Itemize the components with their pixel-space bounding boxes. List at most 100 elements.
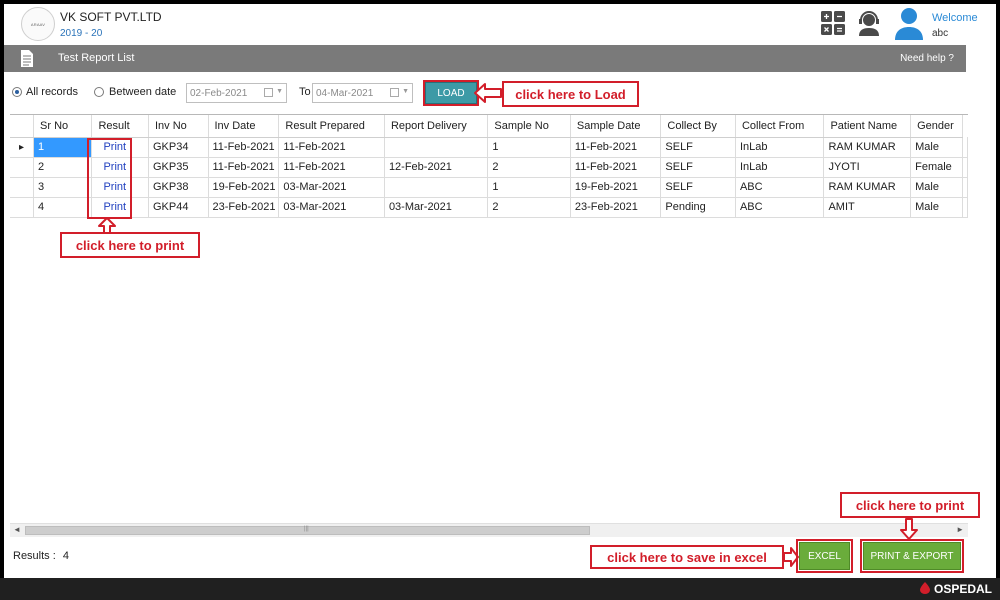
table-row[interactable]: ▸ 1 Print GKP34 11-Feb-2021 11-Feb-2021 1 11-Fe…	[10, 137, 968, 158]
table-cell[interactable]: 03-Mar-2021	[278, 197, 385, 218]
column-header[interactable]: Result Prepared	[278, 115, 385, 138]
column-header[interactable]: Sample No	[487, 115, 571, 138]
all-records-radio[interactable]	[12, 87, 22, 97]
table-cell[interactable]: 03-Mar-2021	[384, 197, 489, 218]
app-window: ARAAV VK SOFT PVT.LTD 2019 - 20 Welcome …	[4, 4, 996, 578]
need-help-link[interactable]: Need help ?	[900, 53, 954, 64]
calendar-icon[interactable]	[390, 88, 399, 97]
table-row[interactable]: 3 Print GKP38 19-Feb-2021 03-Mar-2021 1 19-Feb…	[10, 177, 968, 198]
arrow-left-annotation	[474, 83, 502, 103]
table-cell[interactable]: 23-Feb-2021	[570, 197, 662, 218]
horizontal-scrollbar[interactable]: ◄ ||| ►	[10, 523, 968, 537]
financial-year[interactable]: 2019 - 20	[60, 28, 102, 39]
print-column-hint: click here to print	[60, 232, 200, 258]
table-cell[interactable]: RAM KUMAR	[823, 137, 912, 158]
to-date-picker[interactable]: 04-Mar-2021 ▼	[312, 83, 413, 103]
table-cell[interactable]: AMIT	[823, 197, 912, 218]
table-cell[interactable]: JYOTI	[823, 157, 912, 178]
between-date-label[interactable]: Between date	[109, 86, 176, 98]
column-header[interactable]: Result	[91, 115, 149, 138]
between-date-radio[interactable]	[94, 87, 104, 97]
table-cell[interactable]: 11-Feb-2021	[208, 137, 280, 158]
table-row[interactable]: 2 Print GKP35 11-Feb-2021 11-Feb-2021 12-Feb-…	[10, 157, 968, 178]
table-cell[interactable]: 1	[487, 177, 571, 198]
row-selector[interactable]: ▸	[10, 137, 35, 158]
table-cell-filler	[962, 157, 968, 178]
table-cell[interactable]: SELF	[660, 157, 736, 178]
table-cell[interactable]: 2	[33, 157, 93, 178]
column-header[interactable]: Collect From	[735, 115, 825, 138]
table-cell[interactable]: InLab	[735, 157, 825, 178]
table-cell[interactable]	[384, 137, 489, 158]
table-cell[interactable]: SELF	[660, 137, 736, 158]
column-header[interactable]: Sample Date	[570, 115, 662, 138]
column-header[interactable]: Gender	[910, 115, 963, 138]
table-cell[interactable]: InLab	[735, 137, 825, 158]
table-cell[interactable]: Pending	[660, 197, 736, 218]
table-cell[interactable]: SELF	[660, 177, 736, 198]
table-cell[interactable]: GKP34	[148, 137, 209, 158]
table-cell[interactable]: 03-Mar-2021	[278, 177, 385, 198]
column-header[interactable]: Patient Name	[823, 115, 912, 138]
table-cell[interactable]: RAM KUMAR	[823, 177, 912, 198]
print-link[interactable]: Print	[91, 177, 149, 198]
table-cell[interactable]: GKP38	[148, 177, 209, 198]
row-selector[interactable]	[10, 157, 35, 178]
row-selector[interactable]	[10, 197, 35, 218]
table-cell[interactable]: 11-Feb-2021	[278, 137, 385, 158]
table-body: ▸ 1 Print GKP34 11-Feb-2021 11-Feb-2021 1 11-Fe…	[10, 137, 968, 218]
table-cell[interactable]: 11-Feb-2021	[278, 157, 385, 178]
all-records-label[interactable]: All records	[26, 86, 78, 98]
table-cell[interactable]: Male	[910, 177, 963, 198]
table-cell[interactable]: 19-Feb-2021	[208, 177, 280, 198]
report-grid: Sr No Result Inv No Inv Date Result Prep…	[10, 114, 968, 516]
chevron-down-icon[interactable]: ▼	[402, 88, 409, 95]
table-cell[interactable]: 2	[487, 197, 571, 218]
table-cell[interactable]: 4	[33, 197, 93, 218]
table-cell[interactable]: 23-Feb-2021	[208, 197, 280, 218]
table-cell[interactable]: ABC	[735, 197, 825, 218]
table-cell[interactable]: 12-Feb-2021	[384, 157, 489, 178]
arrow-down-annotation	[900, 518, 918, 540]
company-name: VK SOFT PVT.LTD	[60, 10, 162, 24]
print-link[interactable]: Print	[91, 157, 149, 178]
column-header[interactable]: Inv Date	[208, 115, 280, 138]
column-header[interactable]: Collect By	[660, 115, 736, 138]
support-agent-icon[interactable]	[856, 10, 882, 36]
column-header[interactable]: Inv No	[148, 115, 209, 138]
table-cell[interactable]: 1	[487, 137, 571, 158]
row-selector[interactable]	[10, 177, 35, 198]
report-table: Sr No Result Inv No Inv Date Result Prep…	[10, 115, 968, 218]
chevron-down-icon[interactable]: ▼	[276, 88, 283, 95]
table-cell[interactable]: GKP44	[148, 197, 209, 218]
username[interactable]: abc	[932, 28, 948, 39]
page-titlebar: Test Report List Need help ?	[4, 45, 996, 72]
user-avatar-icon[interactable]	[894, 6, 924, 40]
excel-button[interactable]: EXCEL	[796, 539, 853, 573]
table-cell[interactable]: 3	[33, 177, 93, 198]
scroll-left-icon[interactable]: ◄	[13, 525, 21, 534]
table-cell[interactable]: 11-Feb-2021	[208, 157, 280, 178]
table-cell[interactable]: Male	[910, 197, 963, 218]
load-button[interactable]: LOAD	[423, 80, 479, 106]
table-cell[interactable]	[384, 177, 489, 198]
table-row[interactable]: 4 Print GKP44 23-Feb-2021 03-Mar-2021 03-Mar-…	[10, 197, 968, 218]
calendar-icon[interactable]	[264, 88, 273, 97]
calculator-icon[interactable]	[820, 10, 846, 36]
table-cell[interactable]: Male	[910, 137, 963, 158]
table-cell[interactable]: GKP35	[148, 157, 209, 178]
column-header[interactable]: Sr No	[33, 115, 93, 138]
scroll-right-icon[interactable]: ►	[956, 525, 964, 534]
table-cell[interactable]: 19-Feb-2021	[570, 177, 662, 198]
print-link[interactable]: Print	[91, 197, 149, 218]
table-cell[interactable]: ABC	[735, 177, 825, 198]
from-date-picker[interactable]: 02-Feb-2021 ▼	[186, 83, 287, 103]
column-header[interactable]: Report Delivery	[384, 115, 489, 138]
print-export-button[interactable]: PRINT & EXPORT	[860, 539, 964, 573]
table-cell[interactable]: 2	[487, 157, 571, 178]
print-link[interactable]: Print	[91, 137, 149, 158]
table-cell[interactable]: 11-Feb-2021	[570, 137, 662, 158]
table-cell[interactable]: 1	[33, 137, 93, 158]
table-cell[interactable]: 11-Feb-2021	[570, 157, 662, 178]
table-cell[interactable]: Female	[910, 157, 963, 178]
